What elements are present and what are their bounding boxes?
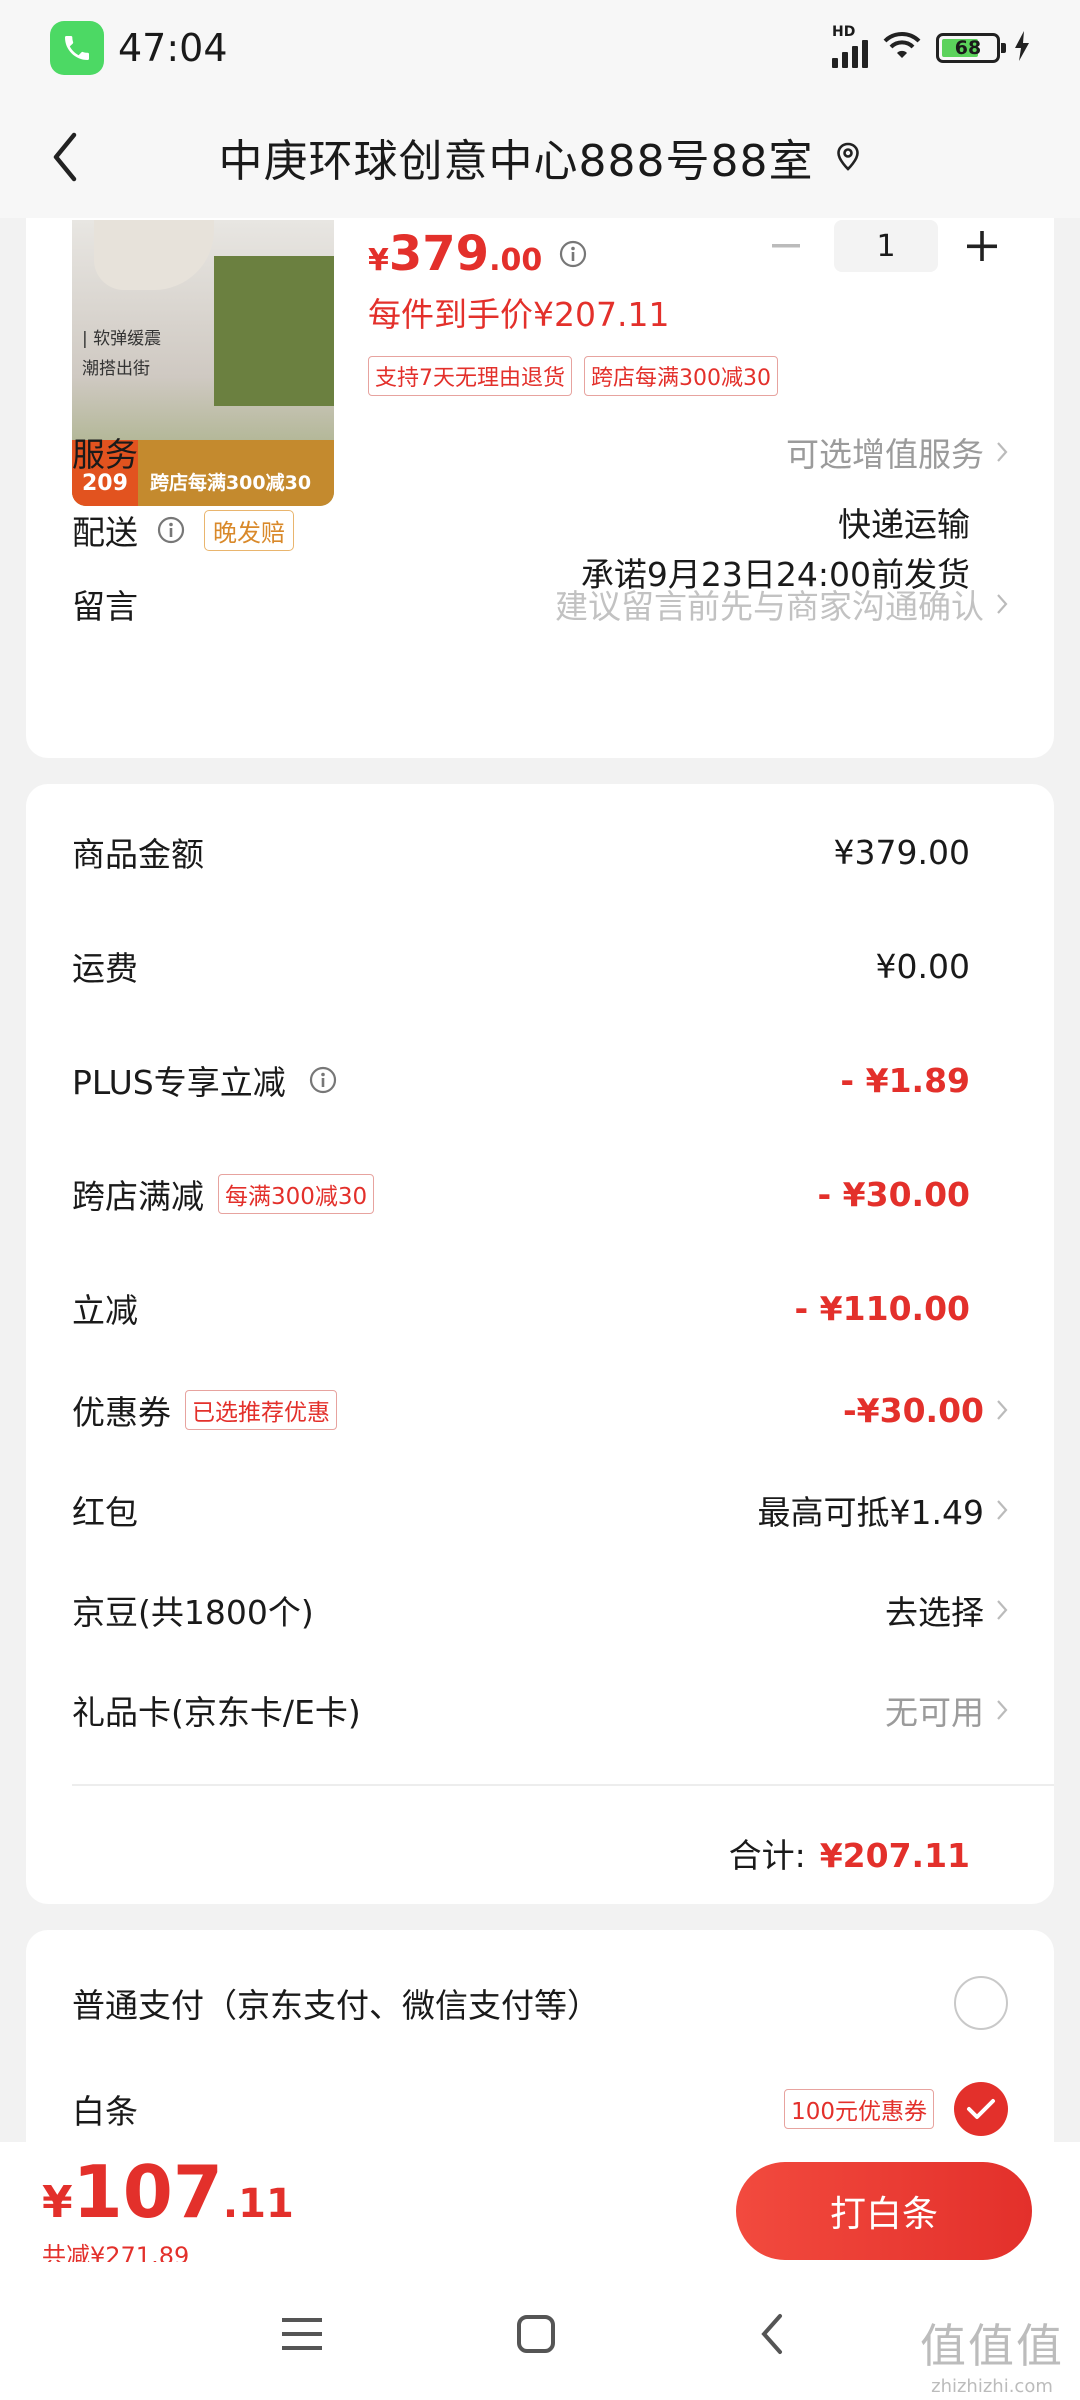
gift-card-label: 礼品卡(京东卡/E卡)	[72, 1693, 361, 1732]
coupon-row[interactable]: 优惠券 已选推荐优惠 -¥30.00	[72, 1386, 1008, 1434]
total-row: 合计: ¥207.11	[729, 1829, 970, 1877]
late-compensation-badge: 晚发赔	[204, 509, 294, 551]
goods-amount-value: ¥379.00	[833, 832, 970, 872]
instant-discount-value: - ¥110.00	[794, 1288, 971, 1328]
system-back-icon[interactable]	[742, 2306, 802, 2362]
chevron-right-icon	[996, 1399, 1008, 1421]
normal-payment-radio[interactable]	[954, 1976, 1008, 2030]
header: 中庚环球创意中心888号88室	[0, 96, 1080, 218]
price-info-icon[interactable]	[558, 239, 588, 269]
gift-card-value: 无可用	[885, 1693, 984, 1732]
increase-quantity-button[interactable]	[956, 220, 1008, 272]
baitiao-radio-checked[interactable]	[954, 2082, 1008, 2136]
promo-tag: 跨店每满300减30	[584, 356, 778, 396]
red-packet-label: 红包	[72, 1493, 138, 1532]
bottom-pay-bar: ¥ 107 .11 共减¥271.89 打白条	[0, 2142, 1080, 2270]
baitiao-coupon-tag: 100元优惠券	[784, 2089, 934, 2129]
cellular-signal-icon: HD	[832, 24, 868, 68]
service-row[interactable]: 服务 可选增值服务	[72, 428, 1008, 476]
product-price: ¥ 379 .00	[368, 226, 588, 282]
chevron-right-icon	[996, 1499, 1008, 1521]
checkmark-icon	[967, 2099, 995, 2119]
shipping-row: 运费 ¥0.00	[72, 942, 1008, 990]
cross-store-row: 跨店满减 每满300减30 - ¥30.00	[72, 1170, 1008, 1218]
cross-store-label: 跨店满减	[72, 1177, 204, 1216]
plus-discount-label: PLUS专享立减	[72, 1063, 286, 1102]
normal-payment-row[interactable]: 普通支付（京东支付、微信支付等）	[72, 1976, 1008, 2030]
red-packet-value: 最高可抵¥1.49	[757, 1493, 984, 1532]
chevron-right-icon	[996, 1699, 1008, 1721]
pay-with-baitiao-button[interactable]: 打白条	[736, 2162, 1032, 2260]
status-bar: 47:04 HD 68	[0, 0, 1080, 96]
system-nav-bar	[0, 2262, 1080, 2400]
cross-store-value: - ¥30.00	[817, 1174, 970, 1214]
jingdou-label: 京豆(共1800个)	[72, 1593, 314, 1632]
total-label: 合计:	[728, 1836, 806, 1875]
return-policy-tag: 支持7天无理由退货	[368, 356, 572, 396]
thumb-text-1: | 软弹缓震	[82, 329, 162, 349]
total-value: ¥207.11	[819, 1836, 970, 1875]
watermark: 值值值 zhizhizhi.com	[920, 2319, 1064, 2397]
charging-icon	[1014, 31, 1030, 65]
back-arrow-icon	[53, 132, 77, 182]
instant-discount-label: 立减	[72, 1291, 138, 1330]
thumb-text-2: 潮搭出街	[82, 359, 150, 379]
service-value: 可选增值服务	[786, 435, 984, 474]
home-icon[interactable]	[506, 2306, 566, 2362]
baitiao-label: 白条	[72, 2092, 138, 2131]
normal-payment-label: 普通支付（京东支付、微信支付等）	[72, 1986, 600, 2025]
coupon-value: -¥30.00	[842, 1390, 984, 1430]
red-packet-row[interactable]: 红包 最高可抵¥1.49	[72, 1486, 1008, 1534]
product-tags: 支持7天无理由退货 跨店每满300减30	[368, 356, 778, 396]
payment-method-card: 普通支付（京东支付、微信支付等） 白条 100元优惠券	[26, 1930, 1054, 2170]
service-label: 服务	[72, 435, 138, 474]
wifi-icon	[882, 30, 922, 66]
per-item-price: 每件到手价¥207.11	[368, 295, 670, 334]
shipping-value: ¥0.00	[875, 946, 970, 986]
back-button[interactable]	[50, 122, 110, 192]
chevron-right-icon	[996, 1599, 1008, 1621]
shipping-label: 运费	[72, 949, 138, 988]
decrease-quantity-button[interactable]	[756, 220, 816, 272]
plus-info-icon[interactable]	[308, 1065, 338, 1095]
gift-card-row[interactable]: 礼品卡(京东卡/E卡) 无可用	[72, 1686, 1008, 1734]
phone-call-icon[interactable]	[50, 21, 104, 75]
goods-amount-row: 商品金额 ¥379.00	[72, 828, 1008, 876]
pay-amount: ¥ 107 .11	[42, 2150, 294, 2234]
jingdou-row[interactable]: 京豆(共1800个) 去选择	[72, 1586, 1008, 1634]
battery-icon: 68	[936, 33, 1006, 63]
quantity-value[interactable]: 1	[834, 220, 938, 272]
cross-store-tag: 每满300减30	[218, 1174, 375, 1214]
message-row[interactable]: 留言 建议留言前先与商家沟通确认	[72, 580, 1008, 628]
plus-discount-row: PLUS专享立减 - ¥1.89	[72, 1056, 1008, 1104]
coupon-tag: 已选推荐优惠	[185, 1390, 337, 1430]
price-summary-card: 商品金额 ¥379.00 运费 ¥0.00 PLUS专享立减 - ¥1.89 跨…	[26, 784, 1054, 1904]
delivery-label: 配送	[72, 513, 138, 552]
jingdou-value: 去选择	[885, 1593, 984, 1632]
address-title[interactable]: 中庚环球创意中心888号88室	[219, 125, 814, 189]
status-time: 47:04	[118, 26, 228, 70]
message-input[interactable]: 建议留言前先与商家沟通确认	[555, 580, 984, 628]
chevron-right-icon	[996, 441, 1008, 463]
chevron-right-icon	[996, 593, 1008, 615]
delivery-method: 快递运输	[838, 505, 970, 544]
goods-amount-label: 商品金额	[72, 835, 204, 874]
instant-discount-row: 立减 - ¥110.00	[72, 1284, 1008, 1332]
quantity-stepper: 1	[756, 220, 1008, 272]
product-card: | 软弹缓震 潮搭出街 209 跨店每满300减30 ¥ 379 .00 每件到…	[26, 160, 1054, 758]
message-label: 留言	[72, 587, 138, 626]
location-pin-icon[interactable]	[835, 142, 861, 172]
divider	[72, 1784, 1054, 1786]
baitiao-row[interactable]: 白条 100元优惠券	[72, 2082, 1008, 2136]
delivery-info-icon[interactable]	[156, 515, 186, 545]
coupon-label: 优惠券	[72, 1393, 171, 1432]
menu-icon[interactable]	[272, 2306, 332, 2362]
plus-discount-value: - ¥1.89	[840, 1060, 970, 1100]
